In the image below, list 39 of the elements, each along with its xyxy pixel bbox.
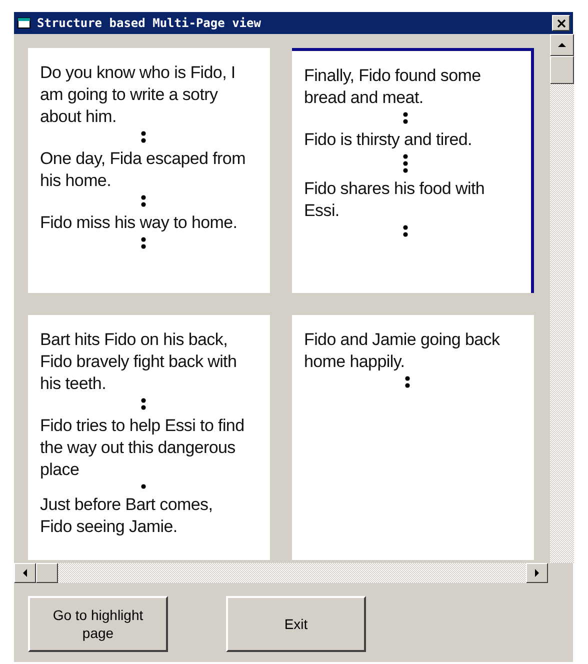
horizontal-scrollbar[interactable] [14, 563, 548, 583]
story-page[interactable]: Bart hits Fido on his back, Fido bravely fight back with his teeth. Fido tries to help Essi to find the way out this dangerous place Just before Bart comes, Fido seeing Jamie. [28, 315, 270, 560]
story-page[interactable]: Fido and Jamie going back home happily. [292, 315, 534, 560]
dialog-button[interactable]: Exit [226, 596, 366, 652]
scroll-up-button[interactable] [550, 34, 574, 56]
story-event: Fido is thirsty and tired. [304, 129, 473, 151]
dialog-button[interactable]: Go to highlight page [28, 596, 168, 652]
scroll-thumb[interactable] [36, 563, 58, 583]
story-event: Finally, Fido found some bread and meat. [304, 65, 482, 109]
close-icon [556, 18, 566, 28]
up-arrow-icon [558, 42, 566, 48]
dots-icon [403, 111, 408, 125]
scroll-left-button[interactable] [14, 563, 36, 583]
story-event: Fido tries to help Essi to find the way out this dangerous place [40, 415, 246, 481]
window-title: Structure based Multi-Page view [37, 15, 261, 32]
dots-icon [140, 194, 146, 208]
story-event: One day, Fida escaped from his home. [40, 148, 246, 192]
scroll-thumb[interactable] [550, 56, 574, 84]
story-page[interactable]: Do you know who is Fido, I am going to write a sotry about him. One day, Fida escaped from his home. Fido miss his way to home. [28, 48, 270, 293]
story-event: Do you know who is Fido, I am going to write a sotry about him. [40, 62, 236, 128]
dots-icon [140, 130, 146, 144]
dots-icon [404, 375, 410, 389]
story-event: Fido shares his food with Essi. [304, 178, 486, 222]
close-button[interactable] [552, 15, 570, 31]
dots-icon [140, 397, 146, 411]
story-event: Bart hits Fido on his back, Fido bravely fight back with his teeth. [40, 329, 238, 395]
scroll-right-button[interactable] [526, 563, 548, 583]
story-event: Fido miss his way to home. [40, 212, 238, 234]
story-event: Just before Bart comes, Fido seeing Jamie. [40, 494, 214, 538]
vertical-scrollbar[interactable] [550, 34, 574, 563]
dots-icon [403, 153, 408, 174]
dots-icon [403, 224, 408, 238]
right-arrow-icon [534, 569, 540, 577]
window-icon [17, 16, 33, 30]
dots-icon [140, 236, 146, 250]
left-arrow-icon [22, 569, 28, 577]
dots-icon [140, 483, 146, 490]
story-event: Fido and Jamie going back home happily. [304, 329, 501, 373]
highlighted-page[interactable]: Finally, Fido found some bread and meat. Fido is thirsty and tired. Fido shares his food with Essi. [292, 48, 534, 293]
